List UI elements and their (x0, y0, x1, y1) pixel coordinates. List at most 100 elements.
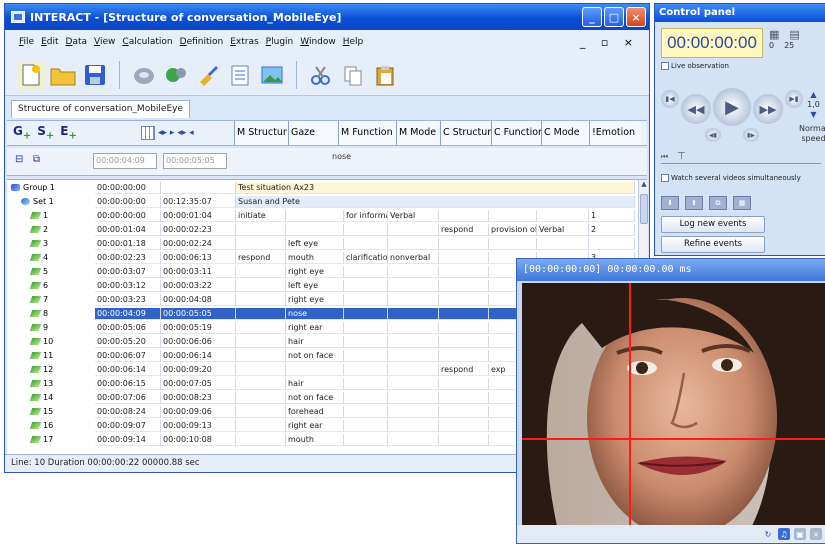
code-cell[interactable]: nonverbal (388, 252, 439, 264)
menu-view[interactable]: View (94, 37, 115, 47)
code-cell[interactable] (236, 224, 286, 236)
column-header-c-structure[interactable]: C Structure (440, 121, 491, 145)
open-folder-button[interactable] (49, 61, 77, 89)
end-time-cell[interactable]: 00:00:09:06 (161, 406, 236, 418)
code-cell[interactable] (537, 210, 589, 222)
watch-several-box[interactable] (661, 174, 669, 182)
tool-button-4[interactable] (226, 61, 254, 89)
code-cell[interactable] (439, 378, 489, 390)
code-cell[interactable] (388, 378, 439, 390)
menu-definition[interactable]: Definition (180, 37, 224, 47)
code-cell[interactable] (388, 238, 439, 250)
video-icon[interactable]: ▦ (769, 28, 779, 41)
cut-button[interactable] (307, 61, 335, 89)
code-cell[interactable] (344, 280, 388, 292)
speed-down-icon[interactable]: ▼ (799, 110, 825, 120)
code-cell[interactable]: Verbal (537, 224, 589, 236)
end-time-cell[interactable]: 00:00:09:20 (161, 364, 236, 376)
code-cell[interactable] (388, 434, 439, 446)
code-cell[interactable] (236, 392, 286, 404)
start-time-input[interactable]: 00:00:04:09 (93, 153, 157, 169)
end-time-cell[interactable]: 00:00:05:19 (161, 322, 236, 334)
code-cell[interactable] (388, 420, 439, 432)
column-header-gaze[interactable]: Gaze (288, 121, 338, 145)
code-cell[interactable] (344, 434, 388, 446)
refine-events-button[interactable]: Refine events (661, 236, 765, 253)
code-cell[interactable] (236, 308, 286, 320)
end-time-cell[interactable]: 00:00:06:06 (161, 336, 236, 348)
control-panel-title[interactable]: Control panel (655, 4, 825, 22)
skip-start-icon[interactable]: ▮◀ (661, 90, 679, 108)
layout-grid-icon[interactable]: ▦ (733, 196, 751, 210)
menu-help[interactable]: Help (343, 37, 364, 47)
end-time-cell[interactable]: 00:00:04:08 (161, 294, 236, 306)
code-cell[interactable] (236, 336, 286, 348)
column-header-m-function[interactable]: M Function (338, 121, 396, 145)
step-forward-icon[interactable]: ▮▶ (743, 128, 759, 142)
start-time-cell[interactable]: 00:00:07:06 (95, 392, 161, 404)
tool-button-2[interactable] (162, 61, 190, 89)
audio-icon[interactable]: ♫ (778, 528, 790, 540)
code-cell[interactable] (286, 224, 344, 236)
start-time-cell[interactable]: 00:00:01:04 (95, 224, 161, 236)
set-row[interactable]: Set 1 00:00:00:00 00:12:35:07 Susan and Pet… (7, 196, 637, 208)
code-cell[interactable] (344, 266, 388, 278)
code-cell[interactable] (344, 378, 388, 390)
code-cell[interactable] (236, 350, 286, 362)
code-cell[interactable] (388, 280, 439, 292)
column-header-c-function[interactable]: C Function (491, 121, 541, 145)
live-observation-box[interactable] (661, 62, 669, 70)
column-header-m-mode[interactable]: M Mode (396, 121, 440, 145)
set-description-cell[interactable]: Susan and Pete (236, 196, 635, 208)
code-cell[interactable] (236, 266, 286, 278)
column-nav-icon[interactable]: ◂▸ ▸ ◂▸ ◂ (158, 128, 194, 138)
code-cell[interactable] (236, 434, 286, 446)
event-row[interactable]: 2 00:00:01:04 00:00:02:23 respond provision … (7, 224, 637, 236)
code-cell[interactable]: for information (344, 210, 388, 222)
code-cell[interactable]: respond (439, 224, 489, 236)
code-cell[interactable] (344, 420, 388, 432)
code-cell[interactable] (344, 224, 388, 236)
layout-down-icon[interactable]: ⬇ (661, 196, 679, 210)
position-slider[interactable]: ⏮ ⊤ (661, 151, 821, 164)
start-time-cell[interactable]: 00:00:00:00 (95, 182, 161, 194)
code-cell[interactable]: hair (286, 336, 344, 348)
code-cell[interactable] (236, 280, 286, 292)
code-cell[interactable] (439, 294, 489, 306)
start-time-cell[interactable]: 00:00:06:14 (95, 364, 161, 376)
rewind-icon[interactable]: ◀◀ (681, 94, 711, 124)
end-time-cell[interactable]: 00:00:03:11 (161, 266, 236, 278)
minimize-button[interactable]: _ (582, 7, 602, 27)
code-cell[interactable]: right ear (286, 420, 344, 432)
add-event-button[interactable]: E+ (60, 124, 77, 141)
code-cell[interactable] (537, 238, 589, 250)
layout-cascade-icon[interactable]: ⧉ (709, 196, 727, 210)
document-icon[interactable]: ▤ (789, 28, 799, 41)
code-cell[interactable] (236, 378, 286, 390)
sync-icon[interactable]: ↻ (762, 528, 774, 540)
code-cell[interactable] (439, 420, 489, 432)
code-cell[interactable] (388, 406, 439, 418)
code-cell[interactable]: 1 (589, 210, 635, 222)
tool-button-5[interactable] (258, 61, 286, 89)
slider-thumb[interactable]: ⊤ (677, 151, 686, 162)
code-cell[interactable] (439, 252, 489, 264)
code-cell[interactable] (589, 238, 635, 250)
code-cell[interactable]: clarification (344, 252, 388, 264)
start-time-cell[interactable]: 00:00:06:07 (95, 350, 161, 362)
code-cell[interactable]: right eye (286, 266, 344, 278)
code-cell[interactable]: left eye (286, 238, 344, 250)
start-time-cell[interactable]: 00:00:00:00 (95, 210, 161, 222)
end-time-cell[interactable]: 00:00:07:05 (161, 378, 236, 390)
add-set-button[interactable]: S+ (37, 124, 54, 141)
copy-button[interactable] (339, 61, 367, 89)
code-cell[interactable] (388, 350, 439, 362)
code-cell[interactable] (344, 406, 388, 418)
save-button[interactable] (81, 61, 109, 89)
close-button[interactable]: × (626, 7, 646, 27)
slider-start-icon[interactable]: ⏮ (661, 152, 668, 162)
collapse-icon[interactable]: ⊟ ⧉ (15, 154, 40, 165)
menu-extras[interactable]: Extras (230, 37, 258, 47)
code-cell[interactable] (236, 420, 286, 432)
end-time-cell[interactable]: 00:00:02:23 (161, 224, 236, 236)
